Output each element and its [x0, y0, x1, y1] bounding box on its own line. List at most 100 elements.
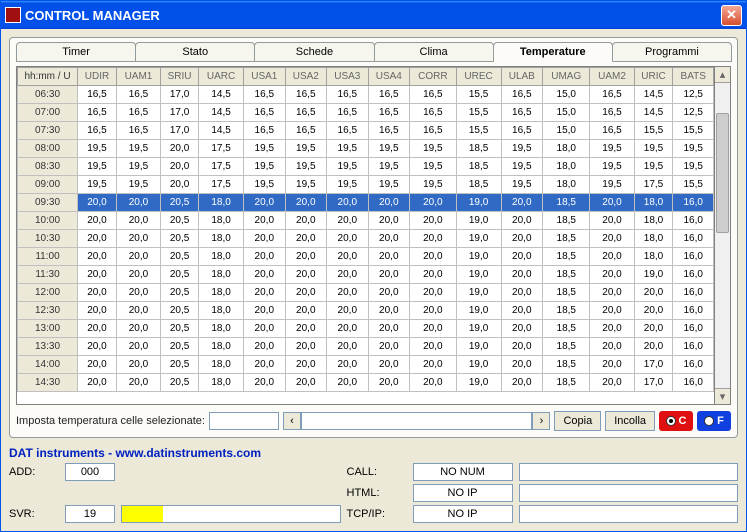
value-cell[interactable]: 20,0	[590, 266, 634, 284]
value-cell[interactable]: 19,5	[634, 158, 673, 176]
value-cell[interactable]: 20,0	[590, 230, 634, 248]
time-cell[interactable]: 14:30	[18, 374, 78, 392]
slider-inc-button[interactable]: ›	[532, 412, 550, 430]
value-cell[interactable]: 18,0	[199, 356, 244, 374]
value-cell[interactable]: 17,0	[634, 374, 673, 392]
value-cell[interactable]: 16,0	[673, 266, 714, 284]
value-cell[interactable]: 20,0	[368, 302, 410, 320]
value-cell[interactable]: 18,0	[543, 140, 590, 158]
value-cell[interactable]: 18,5	[456, 140, 501, 158]
value-cell[interactable]: 18,5	[543, 284, 590, 302]
value-cell[interactable]: 16,5	[327, 122, 369, 140]
value-cell[interactable]: 18,0	[634, 248, 673, 266]
value-cell[interactable]: 20,0	[501, 320, 543, 338]
value-cell[interactable]: 20,0	[244, 194, 286, 212]
value-cell[interactable]: 16,5	[410, 122, 457, 140]
value-cell[interactable]: 17,5	[199, 158, 244, 176]
value-cell[interactable]: 19,5	[673, 140, 714, 158]
value-cell[interactable]: 20,5	[161, 266, 199, 284]
value-cell[interactable]: 12,5	[673, 104, 714, 122]
value-cell[interactable]: 20,0	[501, 266, 543, 284]
value-cell[interactable]: 20,0	[410, 266, 457, 284]
value-cell[interactable]: 16,5	[78, 86, 117, 104]
tab-temperature[interactable]: Temperature	[493, 42, 613, 62]
value-cell[interactable]: 20,0	[501, 212, 543, 230]
vertical-scrollbar[interactable]: ▴ ▾	[715, 66, 731, 405]
value-cell[interactable]: 20,0	[327, 302, 369, 320]
value-cell[interactable]: 20,0	[327, 212, 369, 230]
value-cell[interactable]: 20,5	[161, 320, 199, 338]
value-cell[interactable]: 19,5	[285, 140, 327, 158]
scroll-down-button[interactable]: ▾	[715, 388, 730, 404]
value-cell[interactable]: 20,0	[590, 302, 634, 320]
value-cell[interactable]: 20,0	[410, 320, 457, 338]
value-cell[interactable]: 20,0	[368, 194, 410, 212]
value-cell[interactable]: 20,0	[285, 248, 327, 266]
value-cell[interactable]: 19,0	[634, 266, 673, 284]
value-cell[interactable]: 19,5	[78, 140, 117, 158]
time-cell[interactable]: 10:00	[18, 212, 78, 230]
table-row[interactable]: 12:3020,020,020,518,020,020,020,020,020,…	[18, 302, 714, 320]
time-cell[interactable]: 13:30	[18, 338, 78, 356]
col-header[interactable]: BATS	[673, 68, 714, 86]
value-cell[interactable]: 19,5	[501, 140, 543, 158]
slider-dec-button[interactable]: ‹	[283, 412, 301, 430]
value-cell[interactable]: 15,0	[543, 86, 590, 104]
value-cell[interactable]: 15,0	[543, 122, 590, 140]
value-cell[interactable]: 20,0	[590, 284, 634, 302]
value-cell[interactable]: 20,0	[244, 356, 286, 374]
value-cell[interactable]: 19,0	[456, 284, 501, 302]
table-row[interactable]: 08:0019,519,520,017,519,519,519,519,519,…	[18, 140, 714, 158]
value-cell[interactable]: 15,5	[456, 104, 501, 122]
table-row[interactable]: 14:3020,020,020,518,020,020,020,020,020,…	[18, 374, 714, 392]
value-cell[interactable]: 20,0	[327, 248, 369, 266]
value-cell[interactable]: 16,0	[673, 194, 714, 212]
value-cell[interactable]: 20,0	[634, 338, 673, 356]
value-cell[interactable]: 19,5	[590, 176, 634, 194]
value-cell[interactable]: 16,0	[673, 374, 714, 392]
value-cell[interactable]: 19,5	[673, 158, 714, 176]
scroll-thumb[interactable]	[716, 113, 729, 233]
value-cell[interactable]: 18,0	[199, 374, 244, 392]
value-cell[interactable]: 18,0	[199, 338, 244, 356]
celsius-radio[interactable]: C	[659, 411, 693, 431]
value-cell[interactable]: 17,0	[634, 356, 673, 374]
value-cell[interactable]: 20,0	[78, 374, 117, 392]
value-cell[interactable]: 16,5	[368, 86, 410, 104]
paste-button[interactable]: Incolla	[605, 411, 655, 431]
value-cell[interactable]: 20,0	[285, 284, 327, 302]
value-cell[interactable]: 16,5	[78, 122, 117, 140]
temp-input[interactable]	[209, 412, 279, 430]
time-cell[interactable]: 08:30	[18, 158, 78, 176]
value-cell[interactable]: 19,0	[456, 266, 501, 284]
value-cell[interactable]: 16,0	[673, 230, 714, 248]
value-cell[interactable]: 20,0	[634, 320, 673, 338]
table-row[interactable]: 10:0020,020,020,518,020,020,020,020,020,…	[18, 212, 714, 230]
value-cell[interactable]: 20,0	[78, 266, 117, 284]
time-cell[interactable]: 13:00	[18, 320, 78, 338]
value-cell[interactable]: 16,5	[368, 122, 410, 140]
value-cell[interactable]: 20,5	[161, 212, 199, 230]
value-cell[interactable]: 15,5	[673, 176, 714, 194]
value-cell[interactable]: 16,5	[590, 122, 634, 140]
slider-track[interactable]	[301, 412, 533, 430]
value-cell[interactable]: 19,5	[78, 158, 117, 176]
value-cell[interactable]: 20,0	[78, 230, 117, 248]
value-cell[interactable]: 16,5	[244, 104, 286, 122]
value-cell[interactable]: 20,0	[285, 374, 327, 392]
value-cell[interactable]: 17,5	[199, 140, 244, 158]
value-cell[interactable]: 20,0	[116, 356, 160, 374]
value-cell[interactable]: 20,0	[590, 248, 634, 266]
value-cell[interactable]: 20,0	[368, 212, 410, 230]
value-cell[interactable]: 20,0	[285, 320, 327, 338]
value-cell[interactable]: 20,0	[244, 338, 286, 356]
value-cell[interactable]: 12,5	[673, 86, 714, 104]
value-cell[interactable]: 15,5	[673, 122, 714, 140]
col-header[interactable]: ULAB	[501, 68, 543, 86]
value-cell[interactable]: 18,0	[543, 158, 590, 176]
value-cell[interactable]: 20,0	[501, 284, 543, 302]
value-cell[interactable]: 20,0	[590, 194, 634, 212]
col-header[interactable]: UAM1	[116, 68, 160, 86]
value-cell[interactable]: 19,5	[78, 176, 117, 194]
col-header[interactable]: USA2	[285, 68, 327, 86]
